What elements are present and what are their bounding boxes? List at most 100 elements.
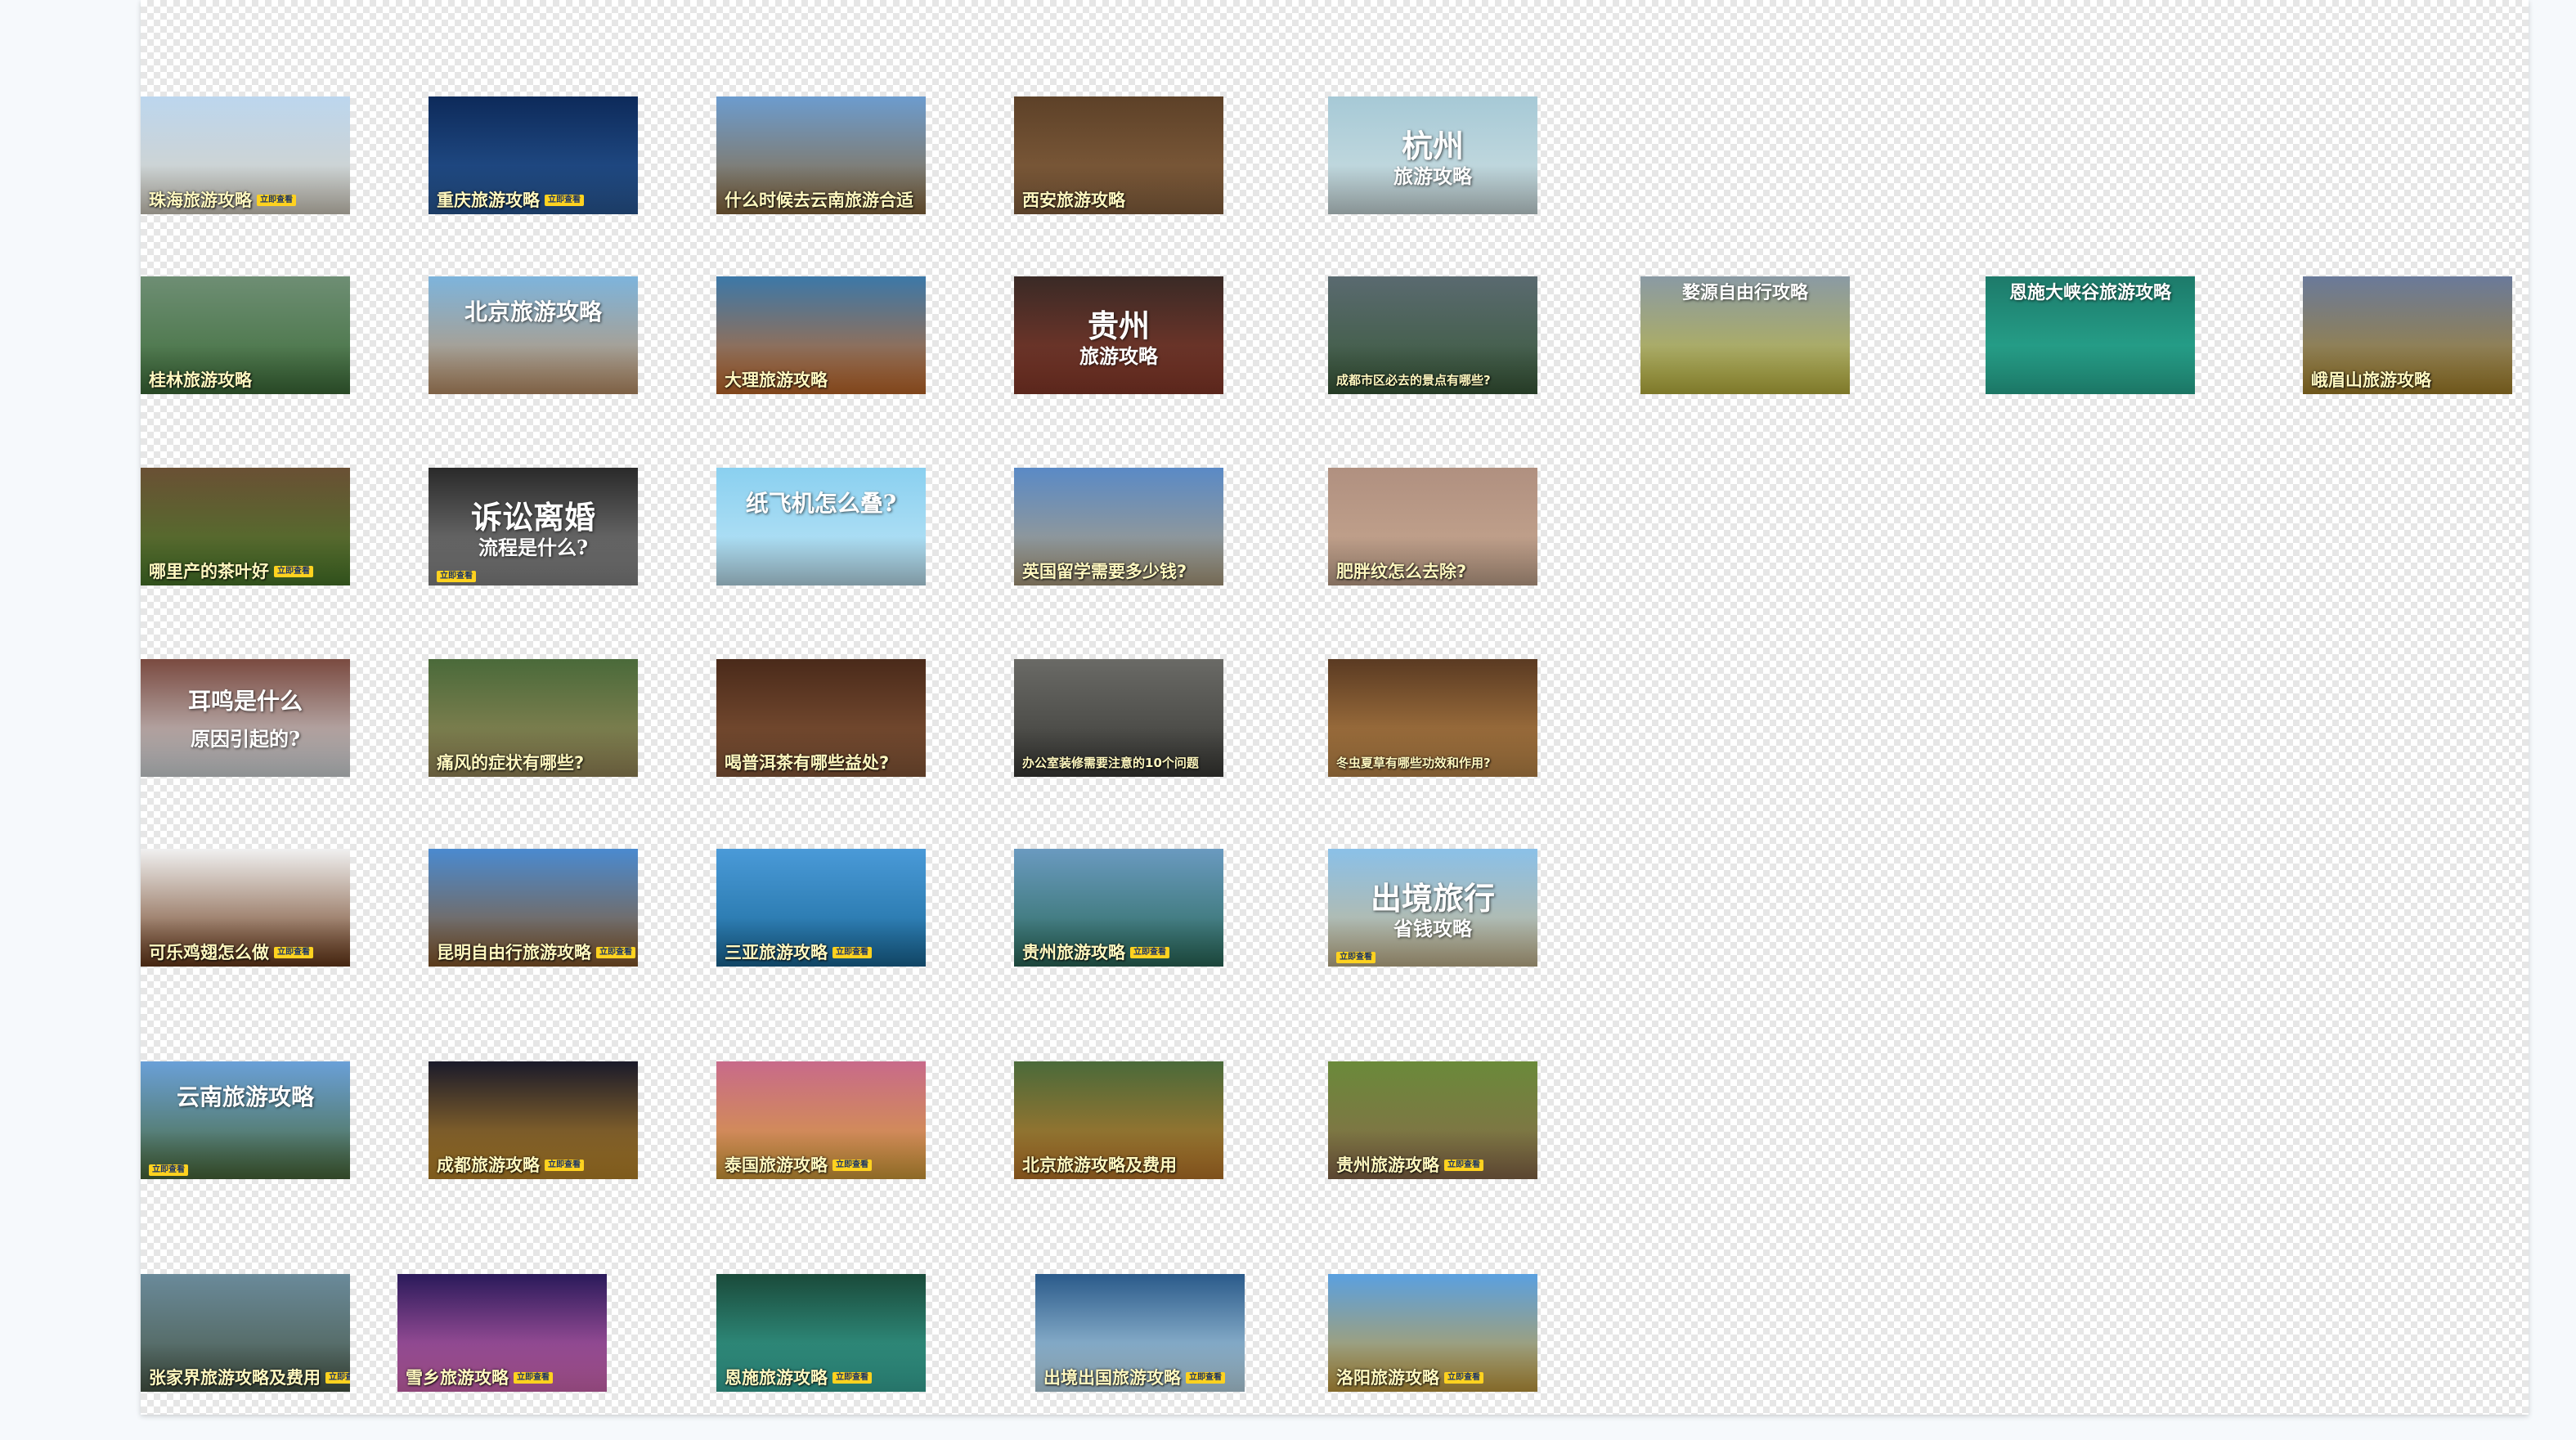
thumbnail-image bbox=[1640, 345, 1850, 394]
thumbnail-zhuhai[interactable]: 珠海旅游攻略 立即查看 bbox=[141, 96, 350, 214]
thumbnail-caption: 泰国旅游攻略 bbox=[725, 1155, 828, 1175]
view-now-badge: 立即查看 bbox=[437, 571, 476, 582]
thumbnail-office[interactable]: 办公室装修需要注意的10个问题 bbox=[1014, 659, 1223, 777]
thumbnail-yunnan-when[interactable]: 什么时候去云南旅游合适 bbox=[716, 96, 926, 214]
thumbnail-paper-plane[interactable]: 纸飞机怎么叠? bbox=[716, 468, 926, 585]
thumbnail-coke-wings[interactable]: 可乐鸡翅怎么做 立即查看 bbox=[141, 849, 350, 967]
thumbnail-enshi[interactable]: 恩施旅游攻略 立即查看 bbox=[716, 1274, 926, 1392]
view-now-badge: 立即查看 bbox=[1336, 952, 1376, 963]
thumbnail-guilin[interactable]: 桂林旅游攻略 bbox=[141, 276, 350, 394]
thumbnail-chongqing[interactable]: 重庆旅游攻略 立即查看 bbox=[429, 96, 638, 214]
thumbnail-caption-row: 贵州旅游攻略 立即查看 bbox=[1022, 942, 1218, 963]
thumbnail-yunnan[interactable]: 云南旅游攻略 立即查看 bbox=[141, 1061, 350, 1179]
thumbnail-caption-row: 西安旅游攻略 bbox=[1022, 190, 1218, 211]
thumbnail-headline: 杭州 bbox=[1401, 128, 1464, 164]
thumbnail-caption-row: 痛风的症状有哪些? bbox=[437, 752, 633, 774]
view-now-badge: 立即查看 bbox=[596, 947, 635, 958]
thumbnail-caption-row: 贵州旅游攻略 立即查看 bbox=[1336, 1155, 1533, 1176]
thumbnail-caption-row: 可乐鸡翅怎么做 立即查看 bbox=[149, 942, 345, 963]
thumbnail-caption: 贵州旅游攻略 bbox=[1336, 1155, 1439, 1175]
view-now-badge: 立即查看 bbox=[274, 566, 313, 577]
thumbnail-outbound[interactable]: 出境出国旅游攻略 立即查看 bbox=[1035, 1274, 1245, 1392]
thumbnail-caption-row: 冬虫夏草有哪些功效和作用? bbox=[1336, 752, 1533, 774]
thumbnail-caption-row: 雪乡旅游攻略 立即查看 bbox=[406, 1367, 602, 1388]
thumbnail-caption: 北京旅游攻略及费用 bbox=[1022, 1155, 1177, 1175]
thumbnail-caption-row: 珠海旅游攻略 立即查看 bbox=[149, 190, 345, 211]
thumbnail-subheadline: 旅游攻略 bbox=[1079, 344, 1158, 368]
thumbnail-caption: 重庆旅游攻略 bbox=[437, 191, 540, 210]
thumbnail-gout[interactable]: 痛风的症状有哪些? bbox=[429, 659, 638, 777]
thumbnail-headline: 诉讼离婚 bbox=[470, 499, 595, 536]
thumbnail-beijing-cost[interactable]: 北京旅游攻略及费用 bbox=[1014, 1061, 1223, 1179]
thumbnail-divorce[interactable]: 诉讼离婚 流程是什么? 立即查看 bbox=[429, 468, 638, 585]
thumbnail-caption-row: 张家界旅游攻略及费用立即查看 bbox=[149, 1367, 350, 1388]
thumbnail-snow-town[interactable]: 雪乡旅游攻略 立即查看 bbox=[397, 1274, 607, 1392]
thumbnail-hangzhou[interactable]: 杭州 旅游攻略 bbox=[1328, 96, 1537, 214]
thumbnail-caption: 办公室装修需要注意的10个问题 bbox=[1022, 756, 1199, 770]
thumbnail-luoyang[interactable]: 洛阳旅游攻略 立即查看 bbox=[1328, 1274, 1537, 1392]
thumbnail-image bbox=[429, 345, 638, 394]
thumbnail-caption-row: 桂林旅游攻略 bbox=[149, 370, 345, 391]
thumbnail-emeishan[interactable]: 峨眉山旅游攻略 bbox=[2303, 276, 2512, 394]
thumbnail-title: 婺源自由行攻略 bbox=[1681, 282, 1808, 303]
thumbnail-caption-row: 重庆旅游攻略 立即查看 bbox=[437, 190, 633, 211]
thumbnail-caption: 可乐鸡翅怎么做 bbox=[149, 943, 269, 962]
thumbnail-tinnitus[interactable]: 耳鸣是什么 原因引起的? bbox=[141, 659, 350, 777]
thumbnail-caption-row: 成都旅游攻略 立即查看 bbox=[437, 1155, 633, 1176]
thumbnail-caption: 肥胖纹怎么去除? bbox=[1336, 562, 1467, 581]
thumbnail-enshi-canyon[interactable]: 恩施大峡谷旅游攻略 bbox=[1986, 276, 2195, 394]
thumbnail-subheadline: 旅游攻略 bbox=[1393, 164, 1472, 188]
thumbnail-caption: 成都旅游攻略 bbox=[437, 1155, 540, 1175]
view-now-badge: 立即查看 bbox=[832, 947, 872, 958]
thumbnail-xian[interactable]: 西安旅游攻略 bbox=[1014, 96, 1223, 214]
thumbnail-beijing[interactable]: 北京旅游攻略 bbox=[429, 276, 638, 394]
thumbnail-caption-row: 大理旅游攻略 bbox=[725, 370, 921, 391]
thumbnail-caption-row: 泰国旅游攻略 立即查看 bbox=[725, 1155, 921, 1176]
thumbnail-caption: 雪乡旅游攻略 bbox=[406, 1368, 509, 1388]
thumbnail-caption: 洛阳旅游攻略 bbox=[1336, 1368, 1439, 1388]
thumbnail-cordyceps[interactable]: 冬虫夏草有哪些功效和作用? bbox=[1328, 659, 1537, 777]
thumbnail-caption: 峨眉山旅游攻略 bbox=[2311, 370, 2431, 390]
thumbnail-sanya[interactable]: 三亚旅游攻略 立即查看 bbox=[716, 849, 926, 967]
thumbnail-dali[interactable]: 大理旅游攻略 bbox=[716, 276, 926, 394]
thumbnail-wuyuan[interactable]: 婺源自由行攻略 bbox=[1640, 276, 1850, 394]
thumbnail-chengdu-sights[interactable]: 成都市区必去的景点有哪些? bbox=[1328, 276, 1537, 394]
thumbnail-thailand[interactable]: 泰国旅游攻略 立即查看 bbox=[716, 1061, 926, 1179]
view-now-badge: 立即查看 bbox=[257, 195, 296, 206]
view-now-badge: 立即查看 bbox=[545, 195, 584, 206]
thumbnail-guizhou-2[interactable]: 贵州旅游攻略 立即查看 bbox=[1014, 849, 1223, 967]
thumbnail-caption: 冬虫夏草有哪些功效和作用? bbox=[1336, 756, 1491, 770]
thumbnail-outbound-save[interactable]: 出境旅行 省钱攻略 立即查看 bbox=[1328, 849, 1537, 967]
view-now-badge: 立即查看 bbox=[1130, 947, 1169, 958]
view-now-badge: 立即查看 bbox=[1186, 1372, 1225, 1384]
thumbnail-guizhou-1[interactable]: 贵州 旅游攻略 bbox=[1014, 276, 1223, 394]
thumbnail-caption: 什么时候去云南旅游合适 bbox=[725, 191, 913, 210]
view-now-badge: 立即查看 bbox=[1444, 1372, 1483, 1384]
view-now-badge: 立即查看 bbox=[325, 1372, 350, 1384]
thumbnail-caption: 喝普洱茶有哪些益处? bbox=[725, 753, 890, 773]
thumbnail-caption-row: 办公室装修需要注意的10个问题 bbox=[1022, 752, 1218, 774]
thumbnail-caption-row: 恩施旅游攻略 立即查看 bbox=[725, 1367, 921, 1388]
thumbnail-headline: 北京旅游攻略 bbox=[464, 298, 602, 325]
thumbnail-uk-study[interactable]: 英国留学需要多少钱? bbox=[1014, 468, 1223, 585]
thumbnail-tea[interactable]: 哪里产的茶叶好 立即查看 bbox=[141, 468, 350, 585]
thumbnail-chengdu[interactable]: 成都旅游攻略 立即查看 bbox=[429, 1061, 638, 1179]
thumbnail-subheadline: 省钱攻略 bbox=[1393, 917, 1472, 940]
thumbnail-caption: 英国留学需要多少钱? bbox=[1022, 562, 1187, 581]
thumbnail-caption: 恩施旅游攻略 bbox=[725, 1368, 828, 1388]
thumbnail-caption-row: 立即查看 bbox=[1336, 952, 1533, 963]
thumbnail-caption-row: 成都市区必去的景点有哪些? bbox=[1336, 370, 1533, 391]
thumbnail-zhangjiajie[interactable]: 张家界旅游攻略及费用立即查看 bbox=[141, 1274, 350, 1392]
thumbnail-caption-row: 肥胖纹怎么去除? bbox=[1336, 561, 1533, 582]
thumbnail-caption-row: 峨眉山旅游攻略 bbox=[2311, 370, 2507, 391]
thumbnail-kunming[interactable]: 昆明自由行旅游攻略 立即查看 bbox=[429, 849, 638, 967]
view-now-badge: 立即查看 bbox=[1444, 1160, 1483, 1171]
thumbnail-stretch-marks[interactable]: 肥胖纹怎么去除? bbox=[1328, 468, 1537, 585]
thumbnail-puer[interactable]: 喝普洱茶有哪些益处? bbox=[716, 659, 926, 777]
view-now-badge: 立即查看 bbox=[545, 1160, 584, 1171]
view-now-badge: 立即查看 bbox=[514, 1372, 553, 1384]
thumbnail-guizhou-3[interactable]: 贵州旅游攻略 立即查看 bbox=[1328, 1061, 1537, 1179]
thumbnail-caption: 出境出国旅游攻略 bbox=[1043, 1368, 1181, 1388]
thumbnail-caption: 大理旅游攻略 bbox=[725, 370, 828, 390]
thumbnail-headline: 纸飞机怎么叠? bbox=[745, 490, 897, 517]
